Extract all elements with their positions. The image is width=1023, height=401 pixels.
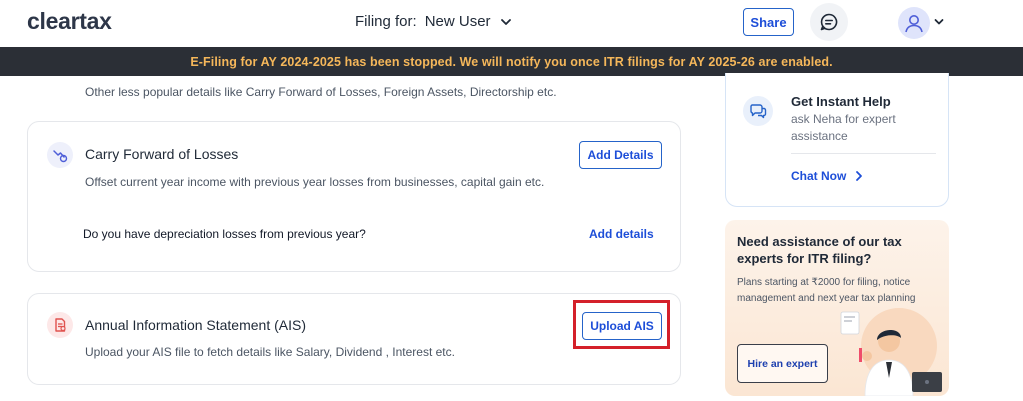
- share-button[interactable]: Share: [743, 8, 794, 36]
- chat-now-link[interactable]: Chat Now: [791, 169, 864, 183]
- add-details-link[interactable]: Add details: [589, 227, 654, 241]
- card-title: Carry Forward of Losses: [85, 146, 239, 162]
- section-description: Other less popular details like Carry Fo…: [85, 85, 557, 99]
- chat-now-label: Chat Now: [791, 169, 847, 183]
- chat-bubbles-icon: [743, 96, 773, 126]
- efiling-notice-banner: E-Filing for AY 2024-2025 has been stopp…: [0, 47, 1023, 76]
- loss-chart-icon: [47, 142, 73, 168]
- message-icon: [820, 13, 838, 31]
- expert-title: Need assistance of our tax experts for I…: [737, 234, 902, 266]
- card-title: Annual Information Statement (AIS): [85, 317, 306, 333]
- cleartax-logo[interactable]: cleartax: [27, 8, 112, 35]
- ais-card: Annual Information Statement (AIS) Uploa…: [27, 293, 681, 385]
- carry-forward-losses-card: Carry Forward of Losses Offset current y…: [27, 121, 681, 272]
- upload-ais-button[interactable]: Upload AIS: [582, 312, 662, 340]
- filing-for-label: Filing for:: [355, 13, 417, 30]
- add-details-button[interactable]: Add Details: [579, 141, 662, 169]
- chevron-right-icon: [856, 171, 863, 181]
- card-subtitle: Offset current year income with previous…: [85, 175, 545, 189]
- hire-expert-card: Need assistance of our tax experts for I…: [725, 220, 949, 396]
- depreciation-question: Do you have depreciation losses from pre…: [83, 227, 366, 241]
- top-header: cleartax Filing for: New User Share: [0, 0, 1023, 47]
- user-avatar[interactable]: [898, 7, 930, 39]
- instant-help-card: Get Instant Help ask Neha for expert ass…: [725, 73, 949, 207]
- document-icon: [47, 312, 73, 338]
- card-subtitle: Upload your AIS file to fetch details li…: [85, 345, 455, 359]
- chevron-down-icon: [500, 18, 511, 25]
- user-icon: [905, 15, 923, 33]
- divider: [791, 153, 936, 154]
- help-title: Get Instant Help: [791, 94, 891, 109]
- tax-expert-illustration: [840, 308, 942, 396]
- hire-expert-button[interactable]: Hire an expert: [737, 344, 828, 383]
- help-subtitle: ask Neha for expert assistance: [791, 112, 896, 143]
- filing-user-name: New User: [424, 13, 491, 30]
- chevron-down-icon[interactable]: [933, 16, 945, 28]
- filing-for-selector[interactable]: Filing for: New User: [355, 13, 513, 30]
- chat-button[interactable]: [810, 3, 848, 41]
